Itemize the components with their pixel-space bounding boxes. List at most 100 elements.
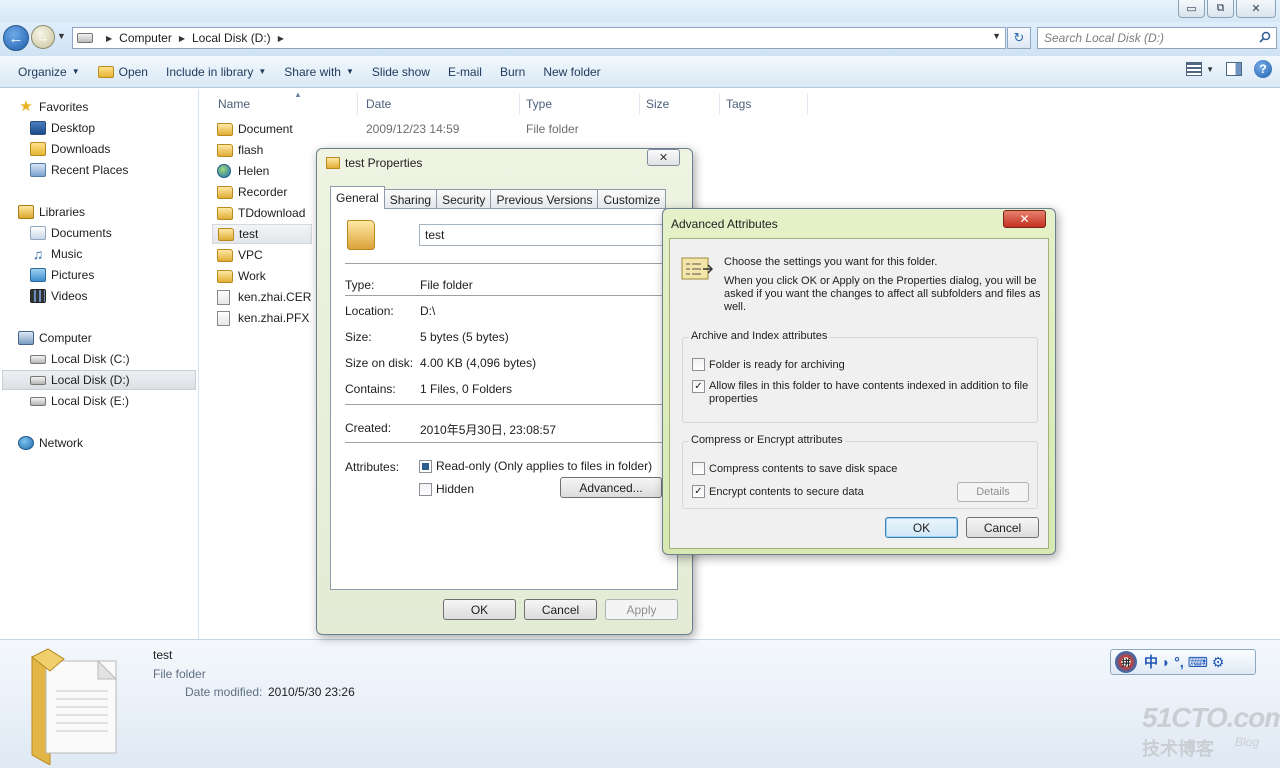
- back-button[interactable]: ←: [3, 25, 29, 51]
- globe-icon: [217, 164, 231, 178]
- hidden-checkbox[interactable]: Hidden: [419, 482, 474, 496]
- refresh-button[interactable]: ↻: [1007, 27, 1031, 49]
- close-window-button[interactable]: ✕: [1236, 0, 1276, 18]
- column-header-date[interactable]: Date: [360, 93, 520, 115]
- ime-logo-icon[interactable]: 拼: [1115, 651, 1137, 673]
- tab-security[interactable]: Security: [436, 189, 492, 209]
- search-icon[interactable]: [1259, 31, 1271, 43]
- email-button[interactable]: E-mail: [439, 60, 491, 84]
- preview-pane-icon[interactable]: [1226, 62, 1242, 76]
- folder-icon: [217, 206, 233, 220]
- column-header-type[interactable]: Type: [520, 93, 640, 115]
- nav-downloads[interactable]: Downloads: [30, 139, 110, 159]
- slide-show-button[interactable]: Slide show: [363, 60, 439, 84]
- close-dialog-button[interactable]: ✕: [647, 149, 680, 166]
- nav-desktop[interactable]: Desktop: [30, 118, 95, 138]
- breadcrumb-separator-icon[interactable]: ▶: [106, 34, 112, 43]
- encrypt-checkbox[interactable]: ✓ Encrypt contents to secure data: [692, 485, 864, 498]
- details-button[interactable]: Details: [957, 482, 1029, 502]
- burn-button[interactable]: Burn: [491, 60, 534, 84]
- type-value: File folder: [420, 278, 473, 292]
- nav-documents[interactable]: Documents: [30, 223, 112, 243]
- advanced-button[interactable]: Advanced...: [560, 477, 662, 498]
- cancel-button[interactable]: Cancel: [966, 517, 1039, 538]
- tab-previous-versions[interactable]: Previous Versions: [490, 189, 599, 209]
- open-folder-icon: [97, 65, 114, 78]
- share-with-button[interactable]: Share with ▼: [275, 60, 363, 84]
- checkbox-checked[interactable]: ✓: [692, 485, 705, 498]
- apply-button[interactable]: Apply: [605, 599, 678, 620]
- ok-button[interactable]: OK: [885, 517, 958, 538]
- checkbox-label: Folder is ready for archiving: [709, 358, 845, 371]
- new-folder-button[interactable]: New folder: [534, 60, 609, 84]
- breadcrumb-computer[interactable]: Computer: [119, 31, 172, 45]
- checkbox[interactable]: [419, 482, 432, 496]
- breadcrumb-separator-icon[interactable]: ▶: [278, 34, 284, 43]
- checkbox-indeterminate[interactable]: [419, 459, 432, 473]
- search-box[interactable]: [1037, 27, 1277, 49]
- checkbox-checked[interactable]: ✓: [692, 380, 705, 393]
- maximize-button[interactable]: ⧉: [1207, 0, 1234, 18]
- archive-index-group: Archive and Index attributes Folder is r…: [682, 330, 1038, 423]
- ok-button[interactable]: OK: [443, 599, 516, 620]
- folder-icon: [218, 227, 234, 241]
- nav-videos[interactable]: Videos: [30, 286, 87, 306]
- chevron-down-icon[interactable]: ▼: [1206, 65, 1214, 74]
- ime-toolbar[interactable]: 拼 中 ◗ °, ⌨ ⚙: [1110, 649, 1256, 675]
- minimize-button[interactable]: ▭: [1178, 0, 1205, 18]
- separator: [345, 263, 665, 264]
- archiving-checkbox[interactable]: Folder is ready for archiving: [692, 358, 845, 371]
- column-header-size[interactable]: Size: [640, 93, 720, 115]
- checkbox[interactable]: [692, 462, 705, 475]
- command-bar: Organize ▼ Open Include in library ▼ Share…: [0, 56, 1280, 88]
- help-icon[interactable]: ?: [1254, 60, 1272, 78]
- nav-local-disk-d[interactable]: Local Disk (D:): [2, 370, 196, 390]
- tab-general[interactable]: General: [330, 186, 385, 209]
- ime-status-icons[interactable]: 中 ◗ °, ⌨ ⚙: [1144, 652, 1224, 672]
- forward-button[interactable]: →: [31, 25, 55, 49]
- nav-network[interactable]: Network: [18, 433, 83, 453]
- close-dialog-button[interactable]: ✕: [1003, 210, 1046, 228]
- dialog-title: Advanced Attributes: [671, 217, 778, 231]
- tab-sharing[interactable]: Sharing: [383, 189, 438, 209]
- readonly-checkbox[interactable]: Read-only (Only applies to files in fold…: [419, 459, 652, 473]
- nav-local-disk-e[interactable]: Local Disk (E:): [30, 391, 129, 411]
- organize-button[interactable]: Organize ▼: [9, 60, 89, 84]
- nav-local-disk-c[interactable]: Local Disk (C:): [30, 349, 130, 369]
- nav-recent-places[interactable]: Recent Places: [30, 160, 128, 180]
- folder-icon: [217, 143, 233, 157]
- organize-label: Organize: [18, 64, 67, 79]
- advanced-attributes-body: Choose the settings you want for this fo…: [669, 238, 1049, 549]
- recent-pages-dropdown[interactable]: ▼: [57, 31, 66, 41]
- address-history-dropdown-icon[interactable]: ▼: [992, 31, 1001, 41]
- view-controls: ▼ ?: [1186, 60, 1272, 78]
- column-header-name[interactable]: Name ▲: [212, 90, 358, 115]
- change-view-icon[interactable]: [1186, 62, 1203, 76]
- tab-strip: General Sharing Security Previous Versio…: [330, 186, 667, 209]
- address-bar[interactable]: ▶ Computer ▶ Local Disk (D:) ▶ ▼: [72, 27, 1006, 49]
- nav-computer[interactable]: Computer: [18, 328, 92, 348]
- nav-label: Local Disk (D:): [51, 373, 130, 387]
- include-in-library-label: Include in library: [165, 64, 254, 79]
- checkbox[interactable]: [692, 358, 705, 371]
- tab-customize[interactable]: Customize: [597, 189, 667, 209]
- search-input[interactable]: [1038, 28, 1248, 48]
- breadcrumb-separator-icon[interactable]: ▶: [179, 34, 185, 43]
- recent-places-icon: [30, 163, 46, 177]
- file-row[interactable]: Document 2009/12/23 14:59 File folder: [212, 119, 812, 139]
- indexing-checkbox[interactable]: ✓ Allow files in this folder to have cont…: [692, 380, 1034, 406]
- folder-name-field[interactable]: test: [419, 224, 669, 246]
- nav-pictures[interactable]: Pictures: [30, 265, 94, 285]
- nav-music[interactable]: ♫ Music: [30, 244, 83, 264]
- nav-libraries[interactable]: Libraries: [18, 202, 85, 222]
- compress-checkbox[interactable]: Compress contents to save disk space: [692, 462, 897, 475]
- breadcrumb-local-disk-d[interactable]: Local Disk (D:): [192, 31, 271, 45]
- nav-label: Videos: [51, 289, 88, 303]
- videos-icon: [30, 289, 46, 303]
- cancel-button[interactable]: Cancel: [524, 599, 597, 620]
- include-in-library-button[interactable]: Include in library ▼: [157, 60, 275, 84]
- nav-favorites[interactable]: ★ Favorites: [18, 97, 88, 117]
- column-header-tags[interactable]: Tags: [720, 93, 808, 115]
- file-row-selected[interactable]: test: [212, 224, 312, 244]
- open-button[interactable]: Open: [89, 60, 157, 84]
